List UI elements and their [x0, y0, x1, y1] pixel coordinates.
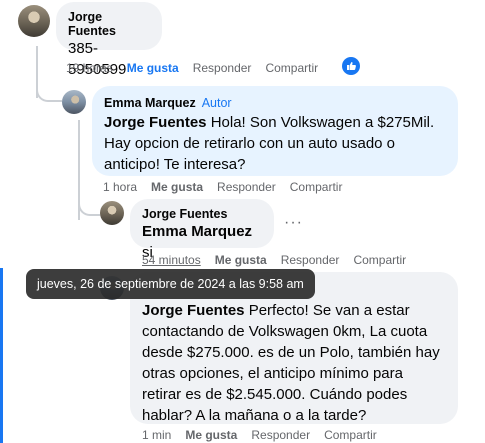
comment-time[interactable]: 1 hora [103, 180, 137, 194]
share-button[interactable]: Compartir [324, 428, 377, 442]
comment-text: Jorge Fuentes Perfecto! Se van a estar c… [142, 300, 446, 426]
like-icon[interactable] [342, 57, 360, 75]
reply-button[interactable]: Responder [193, 61, 252, 75]
like-button[interactable]: Me gusta [127, 61, 179, 75]
mention-link[interactable]: Emma Marquez [142, 223, 252, 240]
comment-actions: 19 horas Me gusta Responder Compartir [66, 61, 332, 75]
share-button[interactable]: Compartir [353, 253, 406, 267]
comment-actions: 1 hora Me gusta Responder Compartir [103, 180, 356, 194]
like-button[interactable]: Me gusta [151, 180, 203, 194]
highlight-bar [0, 268, 3, 443]
comment-author[interactable]: Jorge Fuentes [142, 207, 262, 221]
comment-time[interactable]: 19 horas [66, 61, 113, 75]
reply-button[interactable]: Responder [281, 253, 340, 267]
mention-link[interactable]: Jorge Fuentes [142, 302, 245, 319]
comment-time[interactable]: 1 min [142, 428, 171, 442]
author-badge: Autor [201, 96, 232, 110]
comment-body: Perfecto! Se van a estar contactando de … [142, 302, 440, 424]
thread-connector [78, 180, 100, 216]
mention-link[interactable]: Jorge Fuentes [104, 114, 207, 131]
comment-bubble: Emma Marquez Autor Jorge Fuentes Hola! So… [92, 86, 458, 176]
share-button[interactable]: Compartir [290, 180, 343, 194]
comment-actions: 1 min Me gusta Responder Compartir [142, 428, 391, 442]
comment-author[interactable]: Jorge Fuentes [68, 10, 150, 38]
comment-text: Jorge Fuentes Hola! Son Volkswagen a $27… [104, 112, 446, 175]
share-button[interactable]: Compartir [265, 61, 318, 75]
comment-bubble: Jorge Fuentes Emma Marquez si [130, 199, 274, 261]
avatar[interactable] [62, 90, 86, 114]
like-button[interactable]: Me gusta [215, 253, 267, 267]
timestamp-tooltip: jueves, 26 de septiembre de 2024 a las 9… [26, 269, 315, 299]
reply-button[interactable]: Responder [217, 180, 276, 194]
comment-author[interactable]: Emma Marquez [104, 96, 196, 110]
thread-connector [36, 60, 62, 102]
reply-button[interactable]: Responder [251, 428, 310, 442]
comment-actions: 54 minutos Me gusta Responder Compartir [142, 253, 420, 267]
avatar[interactable] [18, 5, 50, 37]
like-button[interactable]: Me gusta [185, 428, 237, 442]
comment-bubble: Jorge Fuentes 385-5950599 [56, 2, 162, 78]
more-options-icon[interactable]: ··· [284, 214, 303, 232]
avatar[interactable] [100, 201, 124, 225]
comment-time[interactable]: 54 minutos [142, 253, 201, 267]
